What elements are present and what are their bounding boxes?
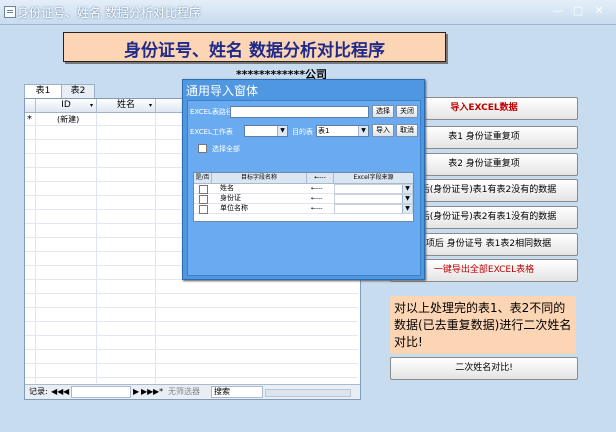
mapping-row: 姓名 ←--- ▼ — [194, 184, 413, 194]
chevron-down-icon[interactable]: ▼ — [277, 126, 287, 136]
search-input[interactable]: 搜索 — [211, 386, 263, 398]
row-selector-header — [25, 99, 36, 113]
mapping-arrow: ←--- — [311, 185, 323, 192]
target-table-select[interactable]: 表1 ▼ — [316, 125, 369, 137]
mapping-header-source: Excel字段来源 — [334, 173, 413, 184]
mapping-field: 身份证 — [220, 194, 241, 202]
mapping-field: 单位名称 — [220, 204, 248, 212]
chevron-down-icon[interactable]: ▼ — [402, 205, 412, 213]
chevron-down-icon[interactable]: ▼ — [358, 126, 368, 136]
window-title: 身份证号、姓名 数据分析对比程序 — [17, 6, 201, 20]
mapping-row: 单位名称 ←--- ▼ — [194, 204, 413, 214]
prev-record-icon[interactable]: ◀ — [63, 385, 69, 399]
cancel-button[interactable]: 取消 — [396, 124, 418, 137]
worksheet-select[interactable]: ▼ — [244, 125, 288, 137]
grid-line — [25, 335, 358, 336]
chevron-down-icon[interactable]: ▼ — [402, 185, 412, 193]
source-field-select[interactable]: ▼ — [334, 204, 413, 214]
select-all-label: 选择全部 — [212, 145, 240, 153]
filter-label[interactable]: 无筛选器 — [168, 385, 200, 399]
mapping-header-yesno: 是/否 — [194, 173, 212, 184]
grid-line — [25, 363, 358, 364]
record-navigator: 记录: ◀◀ ◀ ▶ ▶▶ ▶* 无筛选器 搜索 — [25, 384, 360, 399]
mapping-arrow: ←--- — [311, 205, 323, 212]
close-dialog-button[interactable]: 关闭 — [396, 105, 418, 118]
app-icon — [4, 6, 16, 18]
chevron-down-icon[interactable]: ▾ — [149, 99, 152, 112]
select-all-checkbox[interactable] — [198, 144, 207, 153]
mapping-field: 姓名 — [220, 184, 234, 192]
dialog-title: 通用导入窗体 — [186, 84, 259, 98]
column-header-id-label: ID — [61, 100, 71, 110]
chevron-down-icon[interactable]: ▼ — [402, 195, 412, 203]
grid-line — [25, 307, 358, 308]
horizontal-scrollbar[interactable] — [265, 389, 351, 397]
new-record-icon[interactable]: ▶* — [153, 385, 163, 399]
note-box: 对以上处理完的表1、表2不同的数据(已去重复数据)进行二次姓名对比! — [390, 296, 576, 354]
field-mapping-grid[interactable]: 是/否 目标字段名称 ←--- Excel字段来源 姓名 ←--- ▼ 身份证 … — [193, 172, 414, 222]
tab-table1[interactable]: 表1 — [24, 84, 62, 98]
last-record-icon[interactable]: ▶▶ — [141, 385, 153, 399]
choose-file-button[interactable]: 选择 — [372, 105, 394, 118]
mapping-row: 身份证 ←--- ▼ — [194, 194, 413, 204]
record-number-input[interactable] — [71, 386, 131, 398]
row-checkbox[interactable] — [199, 205, 208, 214]
grid-line — [25, 349, 358, 350]
tab-table2[interactable]: 表2 — [61, 84, 95, 98]
new-row-value[interactable]: (新建) — [57, 114, 79, 125]
excel-path-input[interactable] — [230, 106, 369, 118]
worksheet-label: EXCEL工作表 — [190, 128, 233, 136]
note-text: 对以上处理完的表1、表2不同的数据(已去重复数据)进行二次姓名对比! — [394, 301, 572, 349]
excel-path-label: EXCEL表路径 — [190, 108, 233, 116]
record-label: 记录: — [29, 387, 48, 396]
column-header-name[interactable]: 姓名 ▾ — [97, 99, 156, 113]
grid-line — [25, 321, 358, 322]
dialog-body: EXCEL表路径 选择 关闭 EXCEL工作表 ▼ 目的表 表1 ▼ 导入 取消… — [187, 100, 421, 276]
banner: 身份证号、姓名 数据分析对比程序 — [63, 32, 446, 62]
target-table-label: 目的表 — [292, 128, 313, 136]
row-checkbox[interactable] — [199, 185, 208, 194]
mapping-header-arrow: ←--- — [307, 173, 334, 184]
target-table-value: 表1 — [318, 127, 330, 135]
next-record-icon[interactable]: ▶ — [133, 385, 139, 399]
second-name-compare-button[interactable]: 二次姓名对比! — [390, 357, 578, 380]
title-bar: 身份证号、姓名 数据分析对比程序 — □ ✕ — [0, 0, 616, 25]
mapping-header-target: 目标字段名称 — [212, 173, 307, 184]
import-dialog: 通用导入窗体 EXCEL表路径 选择 关闭 EXCEL工作表 ▼ 目的表 表1 … — [182, 79, 425, 280]
minimize-button[interactable]: — — [550, 4, 566, 18]
grid-line — [25, 377, 358, 378]
close-button[interactable]: ✕ — [591, 4, 607, 18]
new-row-marker: * — [27, 114, 32, 125]
chevron-down-icon[interactable]: ▾ — [90, 99, 93, 112]
maximize-button[interactable]: □ — [570, 4, 586, 18]
column-header-name-label: 姓名 — [116, 100, 135, 110]
row-checkbox[interactable] — [199, 195, 208, 204]
mapping-arrow: ←--- — [311, 195, 323, 202]
source-field-select[interactable]: ▼ — [334, 194, 413, 204]
column-header-id[interactable]: ID ▾ — [36, 99, 97, 113]
grid-line — [25, 293, 358, 294]
first-record-icon[interactable]: ◀◀ — [51, 385, 63, 399]
banner-title: 身份证号、姓名 数据分析对比程序 — [124, 41, 385, 61]
source-field-select[interactable]: ▼ — [334, 184, 413, 194]
import-button[interactable]: 导入 — [372, 124, 394, 137]
